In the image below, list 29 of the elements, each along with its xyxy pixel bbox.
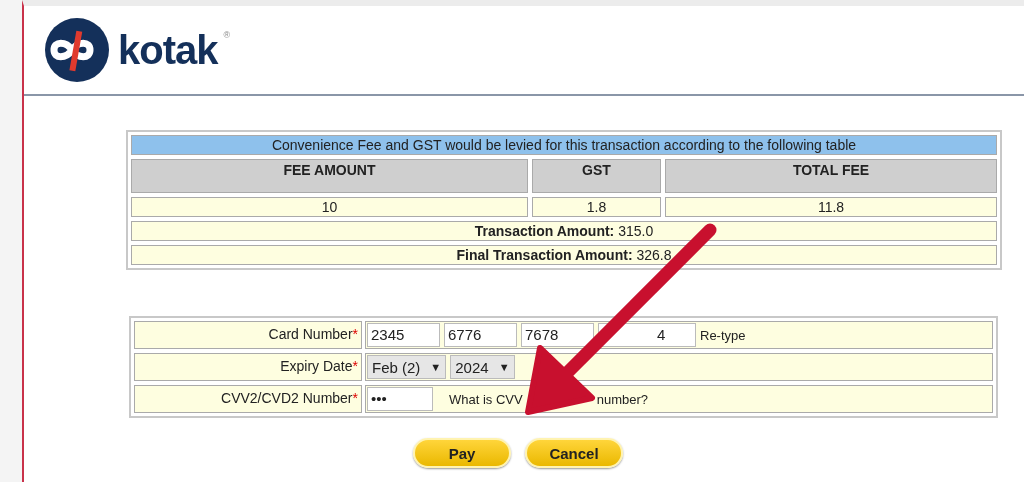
required-mark: *: [352, 326, 358, 342]
total-row: Transaction Amount: 315.0: [131, 221, 997, 241]
logo-text: kotak: [118, 27, 218, 73]
input-field[interactable]: 2345: [367, 323, 440, 347]
registered-mark: ®: [223, 30, 231, 40]
field-label: Expiry Date*: [134, 353, 362, 381]
pay-button[interactable]: Pay: [413, 438, 511, 468]
cancel-button[interactable]: Cancel: [525, 438, 623, 468]
logo-icon: [42, 17, 112, 83]
input-field[interactable]: •••: [367, 387, 433, 411]
year-select[interactable]: 2024 ▼: [450, 355, 515, 379]
total-row: Final Transaction Amount: 326.8: [131, 245, 997, 265]
required-mark: *: [352, 390, 358, 406]
required-mark: *: [352, 358, 358, 374]
input-field[interactable]: 6776: [444, 323, 517, 347]
table-cell: 10: [131, 197, 528, 217]
help-link[interactable]: number?: [596, 391, 648, 407]
column-header: FEE AMOUNT: [131, 159, 528, 193]
column-header: GST: [532, 159, 661, 193]
table-cell: 1.8: [532, 197, 661, 217]
column-header: TOTAL FEE: [665, 159, 997, 193]
field-label: CVV2/CVD2 Number*: [134, 385, 362, 413]
field-label: Card Number*: [134, 321, 362, 349]
month-select[interactable]: Feb (2) ▼: [367, 355, 447, 379]
table-cell: 11.8: [665, 197, 997, 217]
help-link[interactable]: What is CVV: [449, 391, 523, 407]
table-caption: Convenience Fee and GST would be levied for this transaction according to the following table: [131, 135, 997, 155]
input-field[interactable]: 7678: [521, 323, 594, 347]
retype-hint: Re-type: [700, 327, 746, 343]
